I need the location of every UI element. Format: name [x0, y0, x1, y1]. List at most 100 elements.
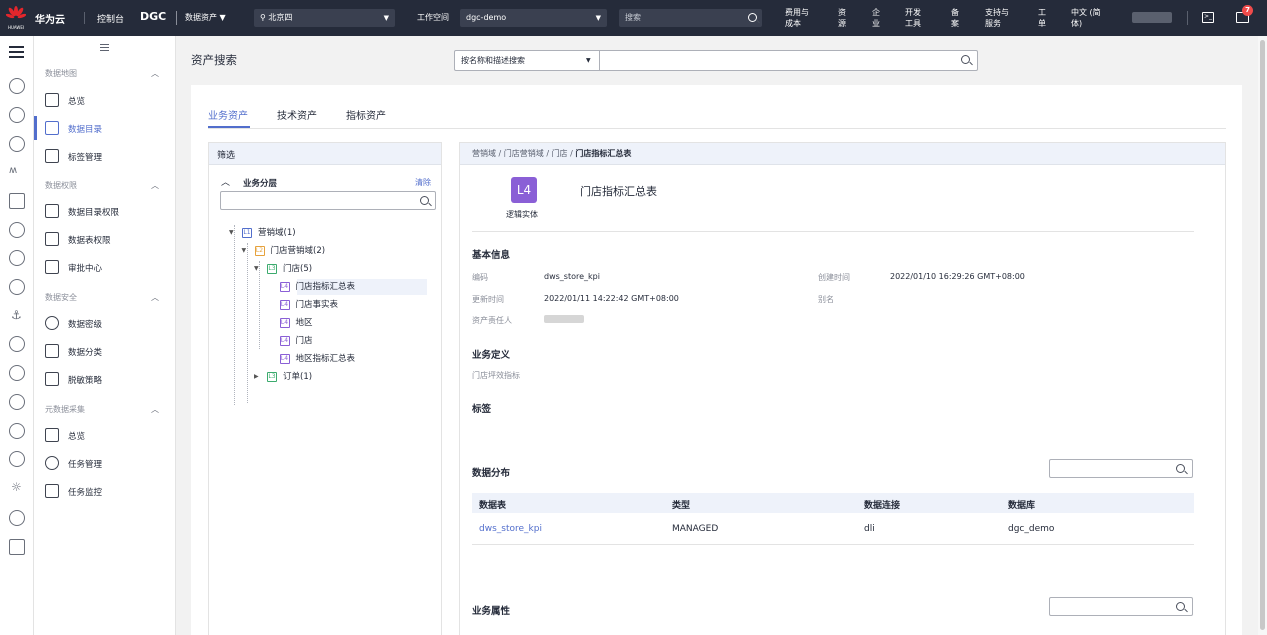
tree-node-label: 门店指标汇总表: [295, 282, 356, 292]
tree-node[interactable]: L4 地区指标汇总表: [209, 351, 441, 367]
topbar-link-enterprise[interactable]: 企业: [872, 7, 880, 29]
global-search-input[interactable]: 搜索: [619, 9, 762, 27]
topbar-link-tickets[interactable]: 工单: [1038, 7, 1046, 29]
menu-item-data-classification-level[interactable]: 数据密级: [45, 314, 173, 334]
storage-icon[interactable]: [9, 193, 25, 209]
hamburger-menu-icon[interactable]: [9, 46, 24, 58]
breadcrumb-item[interactable]: 门店: [552, 149, 568, 158]
caret-down-icon[interactable]: ▼: [229, 225, 234, 241]
menu-item-data-catalog[interactable]: 数据目录: [45, 119, 173, 139]
menu-item-task-monitor[interactable]: 任务监控: [45, 482, 173, 502]
level-badge-icon: L4: [279, 318, 290, 328]
product-name[interactable]: DGC: [140, 10, 166, 23]
cloud-icon[interactable]: [9, 107, 25, 123]
search-icon[interactable]: [748, 13, 757, 22]
tree-node[interactable]: ▼ L1 营销域(1): [209, 225, 441, 241]
caret-down-icon[interactable]: ▼: [242, 243, 247, 259]
service-icon[interactable]: [9, 423, 25, 439]
menu-item-masking-policy[interactable]: 脱敏策略: [45, 370, 173, 390]
menu-section-title[interactable]: 元数据采集: [45, 404, 85, 415]
search-icon[interactable]: [1176, 464, 1185, 473]
menu-item-overview[interactable]: 总览: [45, 91, 173, 111]
chevron-up-icon[interactable]: ︿: [151, 68, 159, 79]
search-icon[interactable]: [1176, 602, 1185, 611]
scrollbar-thumb[interactable]: [1260, 40, 1265, 630]
cloud-icon[interactable]: [9, 250, 25, 266]
main-content: 资产搜索 按名称和描述搜索 ▼ 业务资产 技术资产 指标资产 筛选 ︿ 业务分层…: [176, 36, 1258, 635]
chevron-up-icon[interactable]: ︿: [151, 180, 159, 191]
active-indicator: [34, 116, 37, 140]
collapse-group-icon[interactable]: ︿: [221, 175, 230, 188]
database-icon[interactable]: [9, 136, 25, 152]
tree-node[interactable]: L4 门店事实表: [209, 297, 441, 313]
tab-business-assets[interactable]: 业务资产: [208, 107, 248, 122]
user-account-button[interactable]: [1132, 12, 1172, 23]
topbar-link-resources[interactable]: 资源: [838, 7, 846, 29]
caret-right-icon[interactable]: ▶: [254, 369, 259, 385]
search-mode-select[interactable]: 按名称和描述搜索 ▼: [455, 51, 600, 70]
link-line-1: 中文 (简: [1071, 8, 1101, 17]
service-icon[interactable]: [9, 336, 25, 352]
tab-technical-assets[interactable]: 技术资产: [277, 107, 317, 122]
chevron-up-icon[interactable]: ︿: [151, 404, 159, 415]
language-switcher[interactable]: 中文 (简 体): [1071, 7, 1101, 29]
tab-metric-assets[interactable]: 指标资产: [346, 107, 386, 122]
menu-item-tag-management[interactable]: 标签管理: [45, 147, 173, 167]
menu-section-title[interactable]: 数据安全: [45, 292, 77, 303]
tree-node[interactable]: ▼ L2 门店营销域(2): [209, 243, 441, 259]
tree-node[interactable]: L4 门店指标汇总表: [279, 279, 427, 295]
tree-node[interactable]: ▶ L3 订单(1): [209, 369, 441, 385]
cloud-icon[interactable]: [9, 222, 25, 238]
console-link[interactable]: 控制台: [97, 12, 124, 25]
tree-node[interactable]: L4 地区: [209, 315, 441, 331]
business-attributes-search-input[interactable]: [1049, 597, 1193, 616]
search-service-icon[interactable]: [9, 510, 25, 526]
asset-search-bar[interactable]: 按名称和描述搜索 ▼: [454, 50, 978, 71]
service-icon[interactable]: [9, 78, 25, 94]
topbar-link-devtools[interactable]: 开发 工具: [905, 7, 921, 29]
distribution-search-input[interactable]: [1049, 459, 1193, 478]
menu-item-data-category[interactable]: 数据分类: [45, 342, 173, 362]
globe-icon[interactable]: [9, 394, 25, 410]
menu-item-task-management[interactable]: 任务管理: [45, 454, 173, 474]
cloud-icon[interactable]: [9, 279, 25, 295]
caret-down-icon[interactable]: ▼: [254, 261, 259, 277]
search-icon[interactable]: [961, 55, 970, 64]
building-icon[interactable]: [9, 539, 25, 555]
menu-item-collection-overview[interactable]: 总览: [45, 426, 173, 446]
link-line-1: 企: [872, 8, 880, 17]
page-scrollbar[interactable]: [1258, 36, 1267, 635]
business-attributes-title: 业务属性: [472, 606, 511, 617]
menu-section-title[interactable]: 数据权限: [45, 180, 77, 191]
mrs-icon[interactable]: ʍ: [9, 165, 17, 176]
huawei-logo[interactable]: HUAWEI: [5, 6, 27, 30]
topbar-link-support[interactable]: 支持与 服务: [985, 7, 1009, 29]
breadcrumb-item[interactable]: 营销域: [472, 149, 496, 158]
breadcrumb-item[interactable]: 门店营销域: [504, 149, 544, 158]
menu-item-catalog-permission[interactable]: 数据目录权限: [45, 202, 173, 222]
collapse-menu-icon[interactable]: [100, 44, 109, 51]
tree-node[interactable]: ▼ L3 门店(5): [209, 261, 441, 277]
topbar-link-icp[interactable]: 备案: [951, 7, 959, 29]
brand-name[interactable]: 华为云: [35, 11, 65, 26]
menu-item-table-permission[interactable]: 数据表权限: [45, 230, 173, 250]
module-dropdown[interactable]: 数据资产 ▼: [185, 12, 226, 23]
terminal-icon[interactable]: >_: [1202, 12, 1214, 23]
menu-section-title[interactable]: 数据地图: [45, 68, 77, 79]
menu-item-approval-center[interactable]: 审批中心: [45, 258, 173, 278]
entity-type: 逻辑实体: [506, 210, 538, 219]
sun-icon[interactable]: ☼: [11, 480, 22, 494]
owner-avatar-redacted: [544, 315, 584, 323]
caret-down-icon: ▼: [595, 14, 601, 22]
tree-node[interactable]: L4 门店: [209, 333, 441, 349]
region-select[interactable]: ⚲ 北京四 ▼: [254, 9, 395, 27]
anchor-icon[interactable]: ⚓: [11, 308, 22, 322]
cluster-icon[interactable]: [9, 365, 25, 381]
clear-filter-link[interactable]: 清除: [415, 177, 431, 188]
topbar-link-billing[interactable]: 费用与 成本: [785, 7, 809, 29]
table-link[interactable]: dws_store_kpi: [479, 524, 542, 534]
service-icon[interactable]: [9, 451, 25, 467]
chevron-up-icon[interactable]: ︿: [151, 292, 159, 303]
workspace-select[interactable]: dgc-demo ▼: [460, 9, 607, 27]
content-card: 业务资产 技术资产 指标资产 筛选 ︿ 业务分层 清除 ▼ L1 营销域(1) ▼ L2…: [191, 85, 1242, 635]
